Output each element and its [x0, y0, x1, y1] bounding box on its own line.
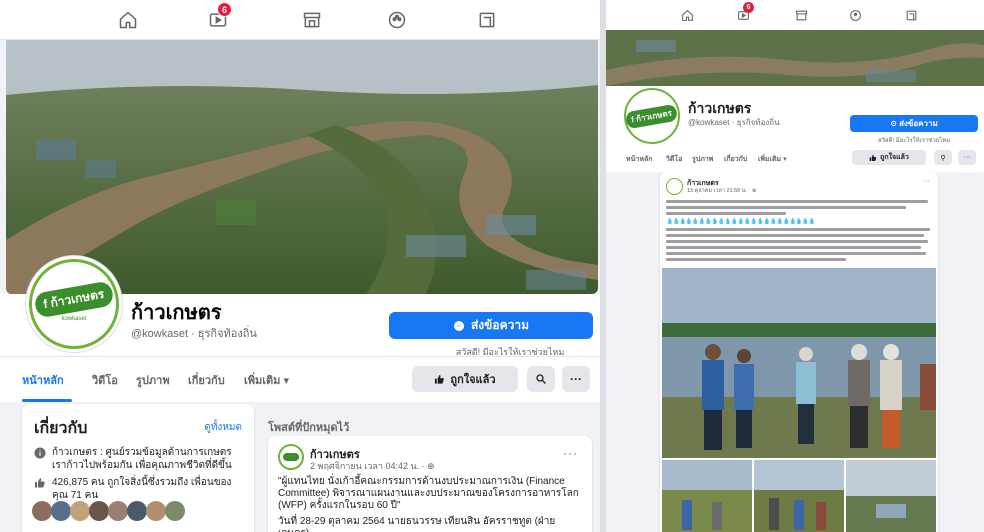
post-author-avatar[interactable]	[666, 178, 683, 195]
post-thumbnail[interactable]	[846, 460, 936, 532]
home-icon[interactable]	[678, 6, 696, 24]
page-screenshot-full: 6 f ก้าวเกษตร kowkaset ก้าวเกษตร @kowkas…	[0, 0, 600, 532]
logo-icon: f ก้าวเกษตร	[625, 103, 679, 129]
marketplace-icon[interactable]	[297, 6, 327, 34]
post-thumbnail[interactable]	[754, 460, 844, 532]
watch-badge: 6	[217, 2, 232, 17]
ellipsis-icon: ···	[570, 372, 582, 386]
about-likes: 426,875 คน ถูกใจสิ่งนี้ซึ่งรวมถึง เพื่อน…	[52, 477, 232, 501]
groups-icon[interactable]	[846, 6, 864, 24]
tab-photos[interactable]: รูปภาพ	[692, 154, 713, 165]
page-avatar[interactable]: f ก้าวเกษตร kowkaset	[26, 256, 122, 352]
page-header-small: f ก้าวเกษตร ก้าวเกษตร @kowkaset · ธุรกิจ…	[606, 86, 984, 172]
cover-photo[interactable]	[606, 30, 984, 86]
about-description: ก้าวเกษตร : ศูนย์รวมข้อมูลด้านการเกษตร เ…	[52, 447, 232, 471]
messenger-icon	[453, 320, 464, 331]
page-screenshot-scrolled: 6 f ก้าวเกษตร ก้าวเกษตร @kowkaset · ธุรก…	[606, 0, 984, 532]
watch-icon[interactable]: 6	[734, 2, 754, 24]
top-navigation-small: 6	[606, 0, 984, 30]
page-handle: @kowkaset · ธุรกิจท้องถิ่น	[131, 328, 257, 340]
more-options-button[interactable]: ···	[958, 150, 976, 165]
about-likes-row: 426,875 คน ถูกใจสิ่งนี้ซึ่งรวมถึง เพื่อน…	[34, 476, 246, 502]
post-main-photo[interactable]	[662, 268, 936, 458]
search-icon	[536, 374, 546, 384]
post-author-avatar[interactable]	[278, 444, 304, 470]
search-button[interactable]	[527, 366, 555, 392]
post-more-icon[interactable]: ···	[923, 178, 930, 185]
post-text-line	[666, 240, 928, 243]
page-handle: @kowkaset · ธุรกิจท้องถิ่น	[688, 118, 780, 127]
search-button[interactable]: ⚲	[934, 150, 952, 165]
post-timestamp[interactable]: 2 พฤศจิกายน เวลา 04:42 น. · ⊕	[310, 459, 435, 473]
ellipsis-icon: ···	[963, 154, 971, 161]
home-icon[interactable]	[113, 6, 143, 34]
tab-home[interactable]: หน้าหลัก	[22, 371, 64, 389]
watch-icon[interactable]: 6	[203, 2, 233, 34]
active-tab-indicator	[22, 399, 72, 402]
pinned-posts-label: โพสต์ที่ปักหมุดไว้	[268, 422, 350, 434]
thumbs-up-icon	[35, 478, 45, 488]
post-text-line	[666, 258, 846, 261]
about-see-all-link[interactable]: ดูทั้งหมด	[204, 420, 242, 435]
post-text-line	[666, 228, 930, 231]
about-description-row: ก้าวเกษตร : ศูนย์รวมข้อมูลด้านการเกษตร เ…	[34, 446, 246, 472]
tab-photos[interactable]: รูปภาพ	[136, 371, 170, 389]
tab-more[interactable]: เพิ่มเติม ▾	[758, 154, 787, 165]
thumbs-up-icon	[435, 374, 445, 384]
tab-videos[interactable]: วิดีโอ	[666, 154, 682, 165]
post-photo-thumbnails	[662, 460, 936, 532]
more-options-button[interactable]: ···	[562, 366, 590, 392]
water-drop-emoji-row: 💧💧💧💧💧💧💧💧💧💧💧💧💧💧💧💧💧💧💧💧💧💧💧	[666, 219, 816, 225]
friend-avatars[interactable]	[12, 500, 192, 522]
page-avatar[interactable]: f ก้าวเกษตร	[624, 88, 680, 144]
tab-about[interactable]: เกี่ยวกับ	[188, 371, 225, 389]
feed-post: ก้าวเกษตร 13 ตุลาคม เวลา 21:58 น. · ⊕ ··…	[660, 172, 938, 532]
post-text-line	[666, 234, 924, 237]
tab-about[interactable]: เกี่ยวกับ	[724, 154, 747, 165]
post-text-line	[666, 200, 928, 203]
post-text-continued: วันที่ 28-29 ตุลาคม 2564 นายธนวรรษ เทียน…	[278, 516, 556, 532]
top-navigation: 6	[0, 0, 600, 40]
tab-videos[interactable]: วิดีโอ	[92, 371, 118, 389]
post-text-line	[666, 252, 926, 255]
liked-button[interactable]: ถูกใจแล้ว	[852, 150, 926, 165]
logo-icon: f ก้าวเกษตร kowkaset	[29, 259, 119, 349]
send-message-button[interactable]: ส่งข้อความ	[389, 312, 593, 339]
post-more-icon[interactable]: ···	[563, 446, 578, 460]
liked-label: ถูกใจแล้ว	[450, 374, 496, 386]
post-timestamp[interactable]: 13 ตุลาคม เวลา 21:58 น. · ⊕	[687, 187, 757, 195]
post-text-line	[666, 246, 921, 249]
info-icon	[34, 447, 46, 459]
gaming-icon[interactable]	[902, 6, 920, 24]
gaming-icon[interactable]	[472, 6, 502, 34]
post-thumbnail[interactable]	[662, 460, 752, 532]
liked-label: ถูกใจแล้ว	[880, 154, 909, 161]
search-icon: ⚲	[940, 154, 946, 162]
post-text-line	[666, 206, 906, 209]
post-text: "ผู้แทนไทย นั่งเก้าอี้คณะกรรมการด้านงบปร…	[278, 476, 579, 511]
thumbs-up-icon	[869, 154, 877, 161]
post-text-line	[666, 212, 786, 215]
tab-home[interactable]: หน้าหลัก	[626, 154, 652, 165]
message-greeting: สวัสดี! มีอะไรให้เราช่วยไหม	[877, 138, 951, 144]
watch-badge: 6	[743, 2, 754, 13]
send-message-label: ส่งข้อความ	[470, 318, 529, 332]
groups-icon[interactable]	[382, 6, 412, 34]
page-tab-bar: หน้าหลัก วิดีโอ รูปภาพ เกี่ยวกับ เพิ่มเต…	[0, 356, 600, 402]
liked-button[interactable]: ถูกใจแล้ว	[412, 366, 518, 392]
marketplace-icon[interactable]	[792, 6, 810, 24]
send-message-button[interactable]: ⊙ ส่งข้อความ	[850, 115, 978, 132]
cover-photo[interactable]	[6, 40, 598, 294]
about-title: เกี่ยวกับ	[34, 420, 88, 437]
tab-more[interactable]: เพิ่มเติม ▾	[244, 371, 289, 389]
pinned-post: ก้าวเกษตร 2 พฤศจิกายน เวลา 04:42 น. · ⊕ …	[268, 436, 592, 532]
